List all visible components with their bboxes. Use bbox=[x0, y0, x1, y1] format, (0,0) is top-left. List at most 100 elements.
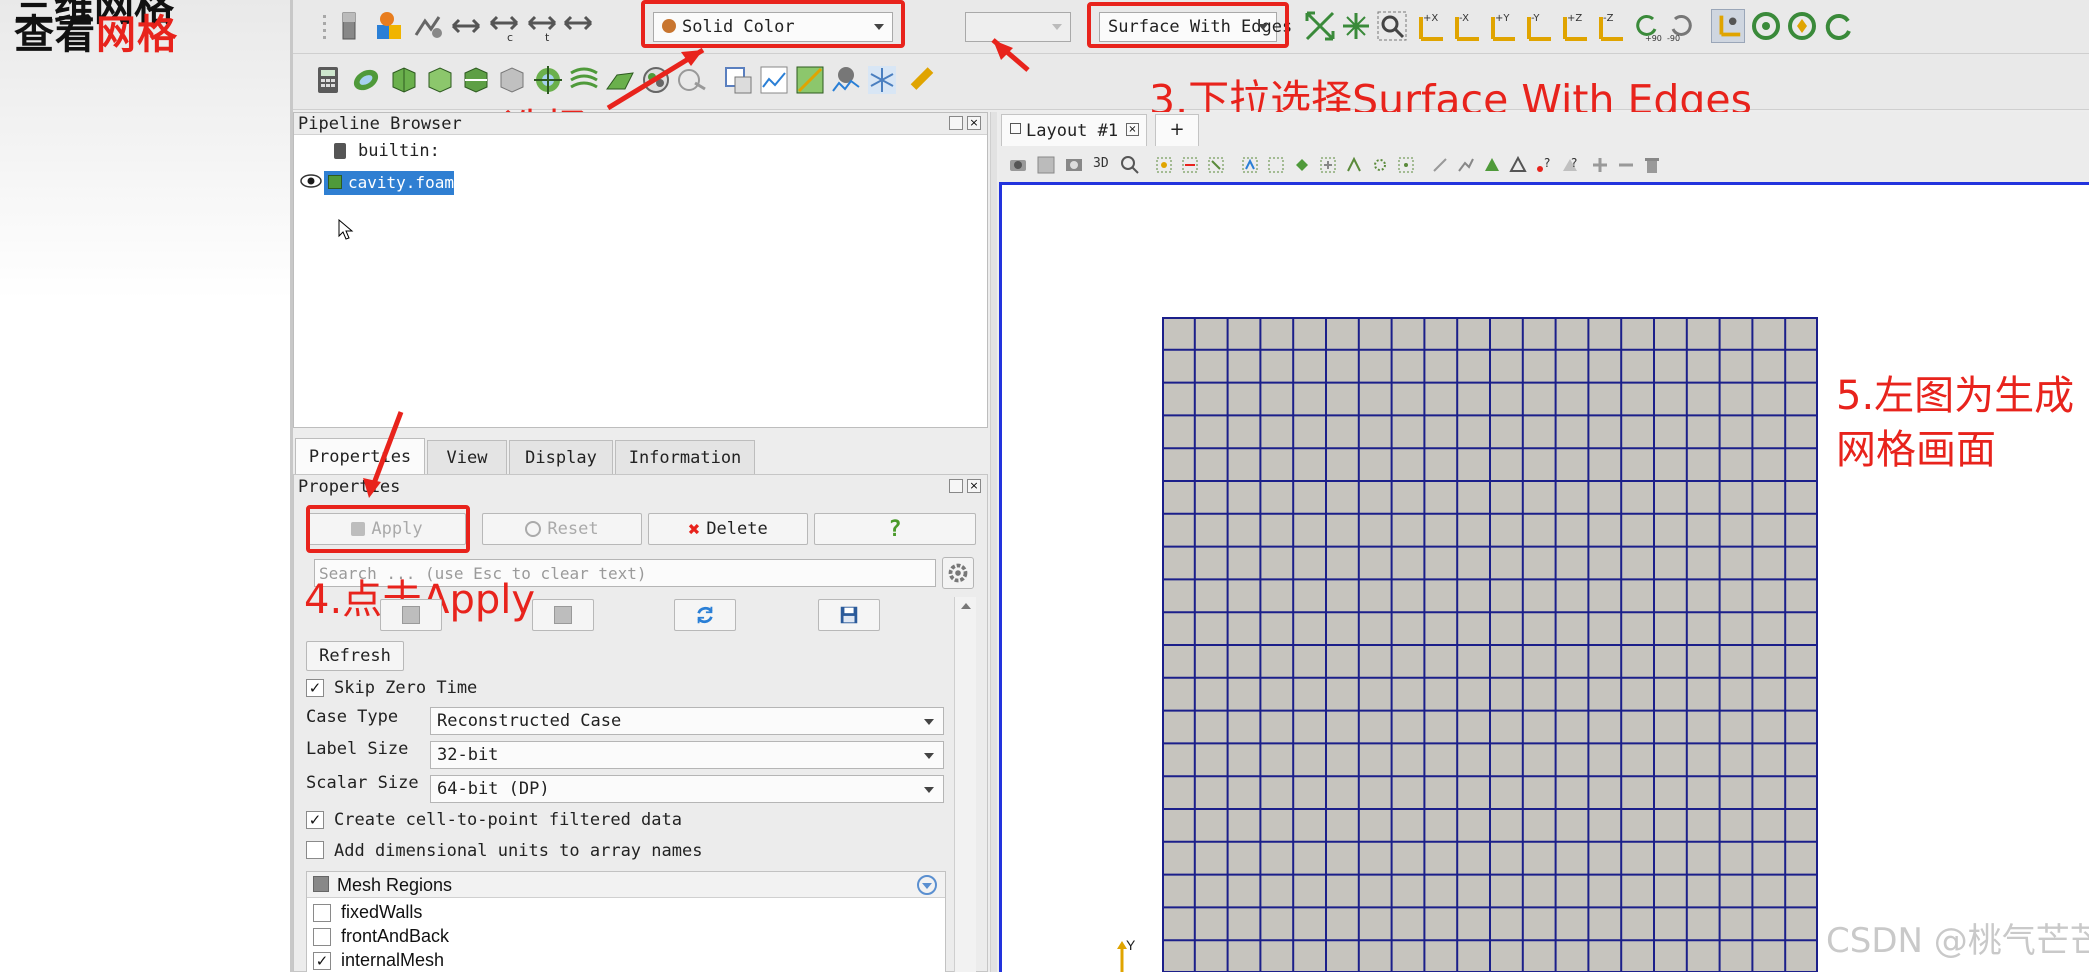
plot-selection-over-time-icon[interactable] bbox=[1455, 154, 1477, 176]
clip-icon[interactable] bbox=[387, 63, 421, 97]
mesh-region-frontandback-checkbox[interactable] bbox=[313, 928, 331, 946]
contour-icon[interactable] bbox=[349, 63, 383, 97]
capture-screenshot-icon[interactable] bbox=[1007, 154, 1029, 176]
undock-icon[interactable] bbox=[949, 116, 963, 130]
ruler-icon[interactable] bbox=[905, 63, 939, 97]
view-minus-y-icon[interactable]: -Y bbox=[1521, 9, 1555, 43]
advanced-settings-gear-icon[interactable] bbox=[942, 557, 974, 589]
close-panel-icon[interactable]: × bbox=[967, 116, 981, 130]
center-axes-icon[interactable] bbox=[1749, 9, 1783, 43]
hover-cells-icon[interactable] bbox=[1395, 154, 1417, 176]
rescale-custom-icon[interactable]: c bbox=[487, 9, 521, 43]
subtract-selection-icon[interactable] bbox=[1615, 154, 1637, 176]
view-plus-y-icon[interactable]: +Y bbox=[1485, 9, 1519, 43]
view-plus-x-icon[interactable]: +X bbox=[1413, 9, 1447, 43]
tab-view[interactable]: View bbox=[427, 440, 507, 474]
calculator-icon[interactable] bbox=[311, 63, 345, 97]
grow-selection-icon[interactable] bbox=[1317, 154, 1339, 176]
component-dropdown[interactable] bbox=[965, 12, 1071, 42]
reset-center-icon[interactable] bbox=[1821, 9, 1855, 43]
skip-zero-time-checkbox[interactable]: ✓ bbox=[306, 679, 324, 697]
layout-tab-close-icon[interactable]: × bbox=[1126, 123, 1139, 136]
properties-close-icon[interactable]: × bbox=[967, 479, 981, 493]
extract-selection-icon[interactable] bbox=[1429, 154, 1451, 176]
copy-button[interactable] bbox=[380, 599, 442, 631]
split-horizontal-icon[interactable] bbox=[1035, 154, 1057, 176]
reset-range-icon[interactable] bbox=[411, 9, 445, 43]
mesh-region-internalmesh-checkbox[interactable]: ✓ bbox=[313, 952, 331, 970]
scalar-size-select[interactable]: 64-bit (DP) bbox=[430, 775, 944, 803]
select-block-icon[interactable] bbox=[1239, 154, 1261, 176]
pipeline-item-builtin[interactable]: builtin: bbox=[358, 141, 440, 161]
stream-tracer-icon[interactable] bbox=[567, 63, 601, 97]
rescale-visible-icon[interactable] bbox=[561, 9, 595, 43]
help-button[interactable]: ? bbox=[814, 513, 976, 545]
camera-icon[interactable] bbox=[1063, 154, 1085, 176]
select-hovered-icon[interactable] bbox=[1369, 154, 1391, 176]
add-layout-tab-button[interactable]: + bbox=[1155, 114, 1199, 146]
hover-cells-query-icon[interactable]: ? bbox=[1559, 154, 1581, 176]
polygon-select-icon[interactable] bbox=[1291, 154, 1313, 176]
view-plus-z-icon[interactable]: +Z bbox=[1557, 9, 1591, 43]
rescale-range-icon[interactable] bbox=[449, 9, 483, 43]
scroll-up-icon[interactable] bbox=[961, 603, 971, 609]
rotate-minus-90-icon[interactable]: -90 bbox=[1665, 9, 1699, 43]
threshold-icon[interactable] bbox=[459, 63, 493, 97]
warp-vector-icon[interactable] bbox=[603, 63, 637, 97]
paste-button[interactable] bbox=[532, 599, 594, 631]
reset-button[interactable]: Reset bbox=[482, 513, 642, 545]
view-minus-z-icon[interactable]: -Z bbox=[1593, 9, 1627, 43]
select-points-on-icon[interactable] bbox=[1179, 154, 1201, 176]
group-datasets-icon[interactable] bbox=[639, 63, 673, 97]
snowflake-filter-icon[interactable] bbox=[865, 63, 899, 97]
select-cells-frustum-icon[interactable] bbox=[1205, 154, 1227, 176]
hover-points-query-icon[interactable]: ? bbox=[1533, 154, 1555, 176]
delete-button[interactable]: ✖ Delete bbox=[648, 513, 808, 545]
mesh-regions-expand-icon[interactable] bbox=[917, 875, 937, 895]
interactive-select-cells-icon[interactable] bbox=[1265, 154, 1287, 176]
toggle-3d-button[interactable]: 3D bbox=[1093, 156, 1109, 171]
render-view[interactable]: Y 5.左图为生成 网格画面 CSDN @桃气芒芒 bbox=[999, 182, 2089, 972]
color-map-editor-icon[interactable] bbox=[373, 9, 407, 43]
plot-data-icon[interactable] bbox=[829, 63, 863, 97]
dimensional-units-checkbox[interactable] bbox=[306, 841, 324, 859]
slice-icon[interactable] bbox=[423, 63, 457, 97]
tab-display[interactable]: Display bbox=[509, 440, 613, 474]
layout-tab[interactable]: Layout #1 × bbox=[1001, 114, 1147, 146]
refresh-button[interactable]: Refresh bbox=[306, 641, 404, 671]
zoom-to-data-icon[interactable] bbox=[1339, 9, 1373, 43]
save-defaults-button[interactable] bbox=[818, 599, 880, 631]
properties-scrollbar[interactable] bbox=[954, 597, 976, 972]
pipeline-item-cavity-foam[interactable]: cavity.foam bbox=[324, 171, 454, 195]
interactive-pick-icon[interactable] bbox=[1481, 154, 1503, 176]
view-minus-x-icon[interactable]: -X bbox=[1449, 9, 1483, 43]
pick-center-icon[interactable] bbox=[1785, 9, 1819, 43]
zoom-interactive-icon[interactable] bbox=[1119, 154, 1141, 176]
panel-splitter[interactable] bbox=[990, 112, 997, 972]
add-selection-icon[interactable] bbox=[1589, 154, 1611, 176]
rescale-temporal-icon[interactable]: t bbox=[525, 9, 559, 43]
cell-to-point-checkbox[interactable]: ✓ bbox=[306, 811, 324, 829]
plot-over-line-icon[interactable] bbox=[793, 63, 827, 97]
plot-selection-icon[interactable] bbox=[757, 63, 791, 97]
select-cells-on-icon[interactable] bbox=[1153, 154, 1175, 176]
label-size-select[interactable]: 32-bit bbox=[430, 741, 944, 769]
mesh-region-fixedwalls-checkbox[interactable] bbox=[313, 904, 331, 922]
rotate-plus-90-icon[interactable]: +90 bbox=[1629, 9, 1663, 43]
extract-level-icon[interactable] bbox=[675, 63, 709, 97]
find-data-icon[interactable] bbox=[721, 63, 755, 97]
tab-information[interactable]: Information bbox=[615, 440, 755, 474]
shrink-selection-icon[interactable] bbox=[1343, 154, 1365, 176]
zoom-to-box-icon[interactable] bbox=[1375, 9, 1409, 43]
orientation-axes-icon[interactable] bbox=[1711, 9, 1745, 43]
extract-subset-icon[interactable] bbox=[495, 63, 529, 97]
restore-defaults-button[interactable] bbox=[674, 599, 736, 631]
mesh-regions-select-all-checkbox[interactable] bbox=[313, 876, 329, 892]
case-type-select[interactable]: Reconstructed Case bbox=[430, 707, 944, 735]
reset-camera-icon[interactable] bbox=[1303, 9, 1337, 43]
tab-properties[interactable]: Properties bbox=[295, 438, 425, 474]
clear-selection-trash-icon[interactable] bbox=[1641, 154, 1663, 176]
toggle-interaction-icon[interactable] bbox=[1507, 154, 1529, 176]
properties-undock-icon[interactable] bbox=[949, 479, 963, 493]
scalar-bar-icon[interactable] bbox=[333, 9, 367, 43]
